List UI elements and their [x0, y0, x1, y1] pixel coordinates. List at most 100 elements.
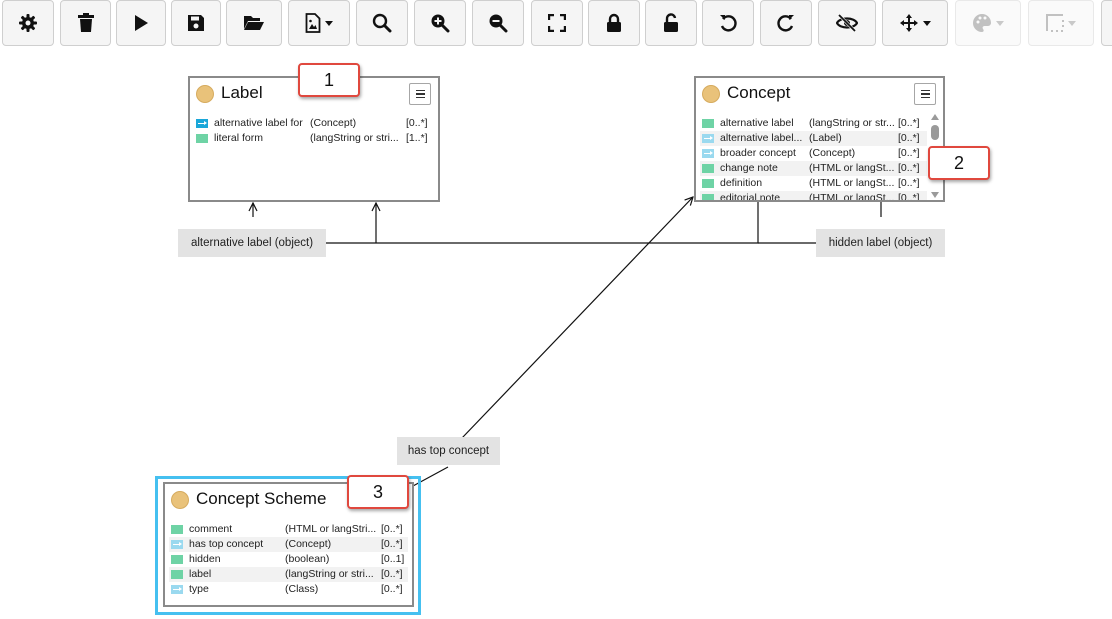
property-name: broader concept [720, 147, 796, 159]
class-title: Concept [727, 83, 791, 102]
delete-button[interactable] [60, 0, 111, 46]
property-cardinality: [0..*] [381, 583, 403, 595]
property-row[interactable]: alternative label... (Label) [0..*] [700, 131, 927, 146]
edge-alternative-label[interactable] [253, 200, 759, 244]
more-toolbar-button[interactable] [1101, 0, 1112, 46]
property-name: definition [720, 177, 763, 189]
border-style-icon [1046, 14, 1064, 32]
fit-screen-button[interactable] [531, 0, 583, 46]
property-cardinality: [0..*] [381, 568, 403, 580]
export-image-button[interactable] [288, 0, 350, 46]
scroll-up-icon[interactable] [931, 114, 939, 120]
chevron-down-icon [996, 20, 1004, 26]
menu-button[interactable] [409, 83, 431, 105]
property-name: has top concept [189, 538, 264, 550]
search-button[interactable] [356, 0, 408, 46]
eye-slash-icon [836, 14, 858, 32]
property-row[interactable]: editorial note (HTML or langSt... [0..*] [700, 191, 927, 200]
save-button[interactable] [171, 0, 221, 46]
arrows-move-icon [900, 14, 918, 32]
property-row[interactable]: comment (HTML or langStri... [0..*] [169, 522, 408, 537]
palette-icon [973, 14, 991, 32]
property-name: editorial note [720, 192, 781, 200]
literal-property-icon [702, 119, 714, 128]
property-cardinality: [0..*] [898, 162, 920, 174]
run-button[interactable] [116, 0, 166, 46]
open-button[interactable] [226, 0, 282, 46]
class-title: Label [221, 83, 263, 102]
edge-label-alternative-label[interactable]: alternative label (object) [178, 229, 326, 257]
literal-property-icon [702, 179, 714, 188]
border-style-button[interactable] [1028, 0, 1094, 46]
property-cardinality: [0..*] [406, 117, 428, 129]
class-title: Concept Scheme [196, 489, 327, 508]
property-cardinality: [0..*] [898, 177, 920, 189]
property-name: type [189, 583, 209, 595]
color-button[interactable] [955, 0, 1021, 46]
property-list: alternative label (langString or str... … [700, 116, 927, 200]
zoom-in-button[interactable] [414, 0, 466, 46]
menu-button[interactable] [914, 83, 936, 105]
property-name: alternative label... [720, 132, 803, 144]
property-range: (langString or str... [809, 117, 895, 129]
gear-icon [19, 14, 37, 32]
property-range: (langString or stri... [285, 568, 374, 580]
callout-1: 1 [298, 63, 360, 97]
zoom-in-icon [431, 14, 450, 33]
property-row[interactable]: alternative label (langString or str... … [700, 116, 927, 131]
lock-icon [607, 13, 621, 32]
property-list: comment (HTML or langStri... [0..*] has … [169, 522, 408, 597]
callout-2: 2 [928, 146, 990, 180]
move-button[interactable] [882, 0, 948, 46]
edge-label-hidden-label[interactable]: hidden label (object) [816, 229, 945, 257]
property-row[interactable]: change note (HTML or langSt... [0..*] [700, 161, 927, 176]
scroll-down-icon[interactable] [931, 192, 939, 198]
property-cardinality: [0..*] [381, 523, 403, 535]
property-cardinality: [1..*] [406, 132, 428, 144]
menu-icon [920, 89, 930, 92]
chevron-down-icon [1068, 20, 1076, 26]
property-range: (Concept) [285, 538, 332, 550]
property-row[interactable]: definition (HTML or langSt... [0..*] [700, 176, 927, 191]
settings-button[interactable] [2, 0, 54, 46]
file-image-icon [305, 13, 321, 33]
zoom-out-button[interactable] [472, 0, 524, 46]
redo-icon [777, 15, 794, 32]
property-range: (boolean) [285, 553, 330, 565]
edge-label-has-top-concept[interactable]: has top concept [397, 437, 500, 465]
property-name: alternative label [720, 117, 794, 129]
expand-icon [548, 14, 566, 32]
menu-icon [415, 89, 425, 92]
property-row[interactable]: alternative label for (Concept) [0..*] [194, 116, 434, 131]
unlock-button[interactable] [645, 0, 697, 46]
property-cardinality: [0..*] [898, 117, 920, 129]
property-name: literal form [214, 132, 264, 144]
class-icon [702, 85, 720, 103]
search-icon [372, 13, 392, 33]
property-cardinality: [0..*] [381, 538, 403, 550]
property-list: alternative label for (Concept) [0..*] l… [194, 116, 434, 146]
chevron-down-icon [325, 20, 333, 26]
property-row[interactable]: label (langString or stri... [0..*] [169, 567, 408, 582]
lock-button[interactable] [588, 0, 640, 46]
property-row[interactable]: literal form (langString or stri... [1..… [194, 131, 434, 146]
literal-property-icon [702, 194, 714, 200]
property-name: change note [720, 162, 778, 174]
redo-button[interactable] [760, 0, 812, 46]
literal-property-icon [196, 134, 208, 143]
property-range: (HTML or langSt... [809, 192, 895, 200]
undo-button[interactable] [702, 0, 754, 46]
scroll-thumb[interactable] [931, 125, 939, 140]
callout-3: 3 [347, 475, 409, 509]
property-row[interactable]: has top concept (Concept) [0..*] [169, 537, 408, 552]
property-row[interactable]: hidden (boolean) [0..1] [169, 552, 408, 567]
object-property-icon [196, 119, 208, 128]
class-icon [171, 491, 189, 509]
diagram-canvas[interactable]: Label alternative label for (Concept) [0… [0, 50, 1112, 619]
class-header: Concept [696, 78, 943, 112]
class-concept[interactable]: Concept alternative label (langString or… [694, 76, 945, 202]
property-name: hidden [189, 553, 221, 565]
property-row[interactable]: type (Class) [0..*] [169, 582, 408, 597]
hide-button[interactable] [818, 0, 876, 46]
property-row[interactable]: broader concept (Concept) [0..*] [700, 146, 927, 161]
